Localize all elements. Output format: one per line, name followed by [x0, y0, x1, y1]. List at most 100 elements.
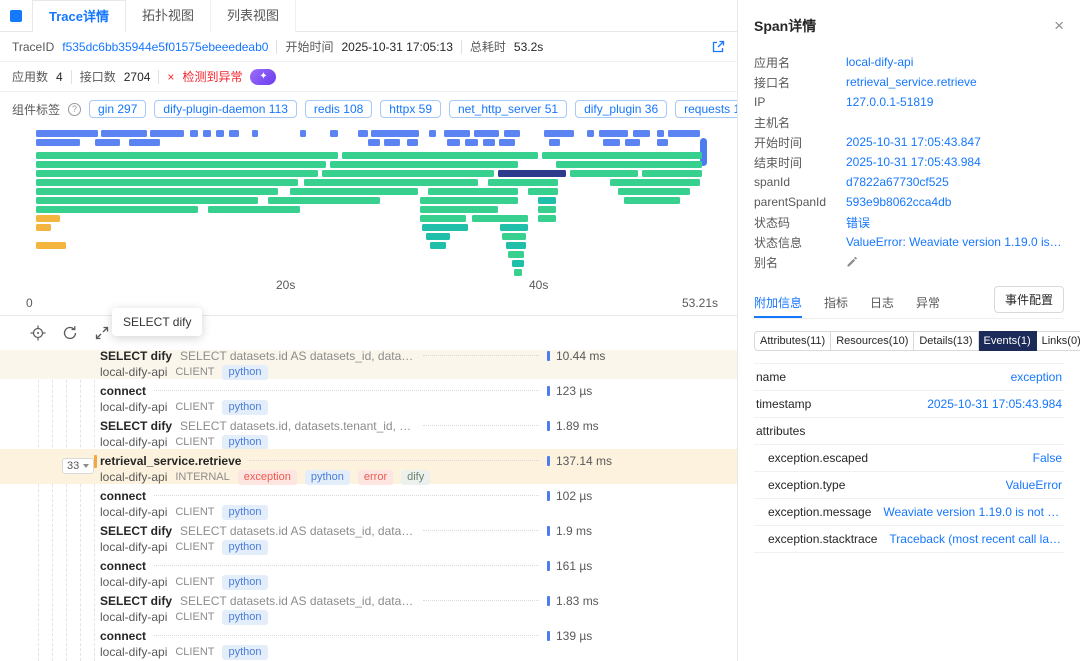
flame-span-bar[interactable] — [36, 152, 338, 159]
event-attr-value[interactable]: False — [1033, 451, 1062, 465]
flame-span-bar[interactable] — [368, 139, 380, 146]
flame-span-bar[interactable] — [624, 197, 680, 204]
flame-span-bar[interactable] — [633, 130, 650, 137]
view-tab[interactable]: 列表视图 — [211, 0, 296, 32]
flame-span-bar[interactable] — [36, 179, 298, 186]
flame-span-bar[interactable] — [625, 139, 640, 146]
flame-span-bar[interactable] — [538, 206, 556, 213]
panel-tab[interactable]: 指标 — [824, 288, 848, 318]
flame-span-bar[interactable] — [420, 197, 518, 204]
field-value[interactable]: d7822a67730cf525 — [846, 175, 949, 189]
span-row[interactable]: connect123 µslocal-dify-apiCLIENTpython — [0, 379, 737, 414]
span-row[interactable]: connect139 µslocal-dify-apiCLIENTpython — [0, 624, 737, 659]
flame-span-bar[interactable] — [538, 215, 556, 222]
flame-span-bar[interactable] — [304, 179, 478, 186]
flame-span-bar[interactable] — [506, 242, 526, 249]
flame-span-bar[interactable] — [36, 242, 66, 249]
flame-span-bar[interactable] — [544, 130, 574, 137]
field-value[interactable]: local-dify-api — [846, 55, 913, 69]
segment-tab[interactable]: Details(13) — [914, 331, 978, 351]
expand-icon[interactable] — [94, 325, 110, 341]
trace-id-value[interactable]: f535dc6bb35944e5f01575ebeeedeab0 — [62, 40, 268, 54]
flame-span-bar[interactable] — [330, 130, 338, 137]
flame-span-bar[interactable] — [657, 139, 668, 146]
flame-span-bar[interactable] — [430, 242, 446, 249]
flame-span-bar[interactable] — [268, 197, 380, 204]
flame-span-bar[interactable] — [384, 139, 400, 146]
span-row[interactable]: SELECT difySELECT datasets.id AS dataset… — [0, 350, 737, 379]
field-value[interactable]: ValueError: Weaviate version 1.19.0 is n… — [846, 235, 1064, 249]
component-tag[interactable]: httpx 59 — [380, 100, 441, 118]
segment-tab[interactable]: Attributes(11) — [754, 331, 831, 351]
flame-span-bar[interactable] — [216, 130, 224, 137]
ai-analysis-badge[interactable]: ✦ — [250, 69, 276, 85]
flame-span-bar[interactable] — [203, 130, 211, 137]
flame-span-bar[interactable] — [428, 188, 518, 195]
component-tag[interactable]: gin 297 — [89, 100, 146, 118]
flame-span-bar[interactable] — [358, 130, 368, 137]
collapse-badge[interactable]: 33 — [62, 458, 94, 474]
field-value[interactable]: retrieval_service.retrieve — [846, 75, 977, 89]
flame-span-bar[interactable] — [512, 260, 524, 267]
flame-span-bar[interactable] — [483, 139, 495, 146]
component-tag[interactable]: redis 108 — [305, 100, 372, 118]
flame-span-bar[interactable] — [208, 206, 300, 213]
flame-span-bar[interactable] — [420, 206, 498, 213]
panel-tab[interactable]: 异常 — [916, 288, 940, 318]
flame-span-bar[interactable] — [587, 130, 594, 137]
flame-span-bar[interactable] — [514, 269, 522, 276]
flame-span-bar[interactable] — [538, 197, 556, 204]
flame-span-bar[interactable] — [502, 233, 526, 240]
span-row[interactable]: connect161 µslocal-dify-apiCLIENTpython — [0, 554, 737, 589]
flame-span-bar[interactable] — [322, 170, 494, 177]
component-tag[interactable]: requests 18 — [675, 100, 737, 118]
field-value[interactable]: 593e9b8062cca4db — [846, 195, 951, 209]
panel-tab[interactable]: 日志 — [870, 288, 894, 318]
flame-span-bar[interactable] — [36, 197, 258, 204]
component-tag[interactable]: dify_plugin 36 — [575, 100, 667, 118]
flame-span-bar[interactable] — [599, 130, 628, 137]
event-attr-value[interactable]: Weaviate version 1.19.0 is not sup... — [883, 505, 1062, 519]
event-attr-value[interactable]: ValueError — [1006, 478, 1062, 492]
flame-span-bar[interactable] — [610, 179, 700, 186]
span-row[interactable]: connect102 µslocal-dify-apiCLIENTpython — [0, 484, 737, 519]
info-icon[interactable]: ? — [68, 103, 81, 116]
flame-span-bar[interactable] — [95, 139, 120, 146]
segment-tab[interactable]: Resources(10) — [831, 331, 914, 351]
flame-span-bar[interactable] — [472, 215, 528, 222]
external-link-icon[interactable] — [711, 40, 725, 54]
flame-span-bar[interactable] — [668, 130, 700, 137]
edit-alias-icon[interactable] — [846, 256, 858, 268]
span-row[interactable]: SELECT difySELECT datasets.id AS dataset… — [0, 589, 737, 624]
flame-span-bar[interactable] — [422, 224, 468, 231]
anomaly-detected-text[interactable]: 检测到异常 — [182, 68, 242, 85]
flame-span-bar[interactable] — [618, 188, 690, 195]
flame-span-bar[interactable] — [444, 130, 470, 137]
field-value[interactable]: 错误 — [846, 214, 870, 231]
event-attr-value[interactable]: Traceback (most recent call last): ... — [889, 532, 1062, 546]
flame-span-bar[interactable] — [504, 130, 520, 137]
flame-span-bar[interactable] — [36, 224, 51, 231]
close-icon[interactable]: × — [1054, 19, 1064, 33]
flame-span-bar[interactable] — [407, 139, 418, 146]
flame-span-bar[interactable] — [36, 139, 80, 146]
flame-span-bar[interactable] — [549, 139, 560, 146]
flame-span-bar[interactable] — [420, 215, 466, 222]
flame-span-bar[interactable] — [229, 130, 239, 137]
event-config-button[interactable]: 事件配置 — [994, 286, 1064, 313]
flame-span-bar[interactable] — [190, 130, 198, 137]
flame-span-bar[interactable] — [300, 130, 306, 137]
panel-tab[interactable]: 附加信息 — [754, 288, 802, 318]
refresh-icon[interactable] — [62, 325, 78, 341]
flame-span-bar[interactable] — [36, 215, 60, 222]
locate-icon[interactable] — [30, 325, 46, 341]
flame-span-bar[interactable] — [290, 188, 418, 195]
flame-span-bar[interactable] — [36, 130, 98, 137]
component-tag[interactable]: dify-plugin-daemon 113 — [154, 100, 297, 118]
field-value[interactable]: 2025-10-31 17:05:43.984 — [846, 155, 981, 169]
flame-span-bar[interactable] — [36, 188, 278, 195]
flame-span-bar[interactable] — [426, 233, 450, 240]
event-attr-value[interactable]: exception — [1011, 370, 1062, 384]
flame-span-bar[interactable] — [542, 152, 702, 159]
segment-tab[interactable]: Events(1) — [979, 331, 1037, 351]
